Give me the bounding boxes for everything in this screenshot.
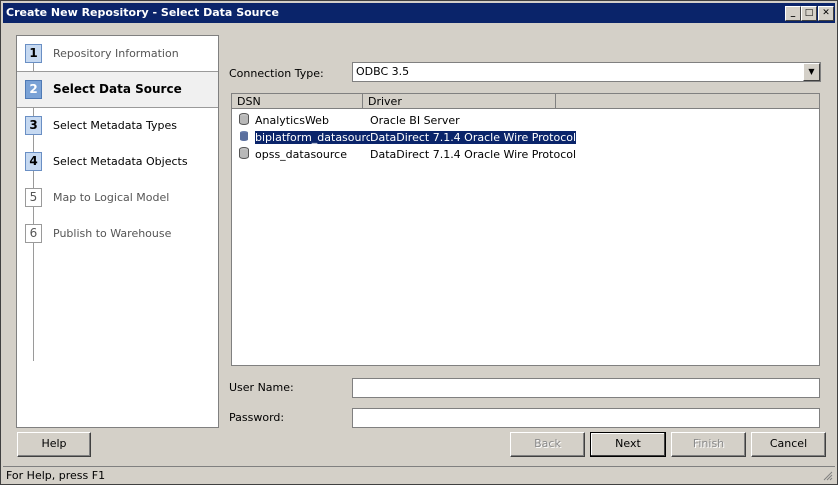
dsn-name: AnalyticsWeb: [255, 114, 329, 127]
column-header-dsn[interactable]: DSN: [232, 94, 363, 109]
dialog-window: Create New Repository - Select Data Sour…: [0, 0, 838, 485]
step-select-metadata-types[interactable]: 3 Select Metadata Types: [17, 108, 218, 143]
dsn-list[interactable]: DSN Driver AnalyticsWeb Oracle BI Server…: [231, 93, 820, 366]
title-bar[interactable]: Create New Repository - Select Data Sour…: [3, 3, 835, 23]
user-name-label: User Name:: [229, 381, 294, 394]
back-button[interactable]: Back: [510, 432, 585, 457]
step-publish-to-warehouse[interactable]: 6 Publish to Warehouse: [17, 216, 218, 251]
cancel-button[interactable]: Cancel: [751, 432, 826, 457]
finish-button[interactable]: Finish: [671, 432, 746, 457]
step-repository-information[interactable]: 1 Repository Information: [17, 36, 218, 71]
column-header-empty: [556, 94, 819, 109]
step-label: Select Data Source: [53, 82, 182, 96]
step-number: 6: [25, 224, 42, 243]
dsn-name: opss_datasource: [255, 148, 347, 161]
list-item[interactable]: opss_datasource DataDirect 7.1.4 Oracle …: [237, 146, 797, 162]
connection-type-select[interactable]: ODBC 3.5 ▼: [352, 62, 821, 82]
close-button[interactable]: ✕: [818, 6, 834, 21]
minimize-button[interactable]: _: [785, 6, 801, 21]
resize-grip-icon[interactable]: [823, 471, 833, 481]
step-map-to-logical-model[interactable]: 5 Map to Logical Model: [17, 180, 218, 215]
step-number: 4: [25, 152, 42, 171]
password-label: Password:: [229, 411, 285, 424]
step-label: Repository Information: [53, 47, 179, 60]
wizard-steps-panel: 1 Repository Information 2 Select Data S…: [16, 35, 219, 428]
step-number: 5: [25, 188, 42, 207]
chevron-down-icon[interactable]: ▼: [803, 63, 820, 81]
step-number: 2: [25, 80, 42, 99]
step-number: 1: [25, 44, 42, 63]
column-header-driver[interactable]: Driver: [363, 94, 556, 109]
password-field[interactable]: [352, 408, 820, 428]
step-label: Map to Logical Model: [53, 191, 170, 204]
connection-type-label: Connection Type:: [229, 67, 324, 80]
step-number: 3: [25, 116, 42, 135]
driver-name: DataDirect 7.1.4 Oracle Wire Protocol: [370, 148, 577, 161]
user-name-field[interactable]: [352, 378, 820, 398]
dsn-name: biplatform_datasource: [255, 131, 379, 144]
list-item-selected[interactable]: biplatform_datasource DataDirect 7.1.4 O…: [237, 129, 797, 145]
step-label: Publish to Warehouse: [53, 227, 172, 240]
step-select-metadata-objects[interactable]: 4 Select Metadata Objects: [17, 144, 218, 179]
step-label: Select Metadata Objects: [53, 155, 188, 168]
database-icon: [239, 113, 249, 125]
driver-name: DataDirect 7.1.4 Oracle Wire Protocol: [370, 131, 577, 144]
window-title: Create New Repository - Select Data Sour…: [6, 6, 279, 19]
driver-name: Oracle BI Server: [370, 114, 460, 127]
step-select-data-source[interactable]: 2 Select Data Source: [17, 71, 218, 108]
list-item[interactable]: AnalyticsWeb Oracle BI Server: [237, 112, 797, 128]
step-label: Select Metadata Types: [53, 119, 178, 132]
database-icon: [239, 147, 249, 159]
database-icon: [239, 130, 249, 142]
help-button[interactable]: Help: [17, 432, 91, 457]
status-bar: For Help, press F1: [3, 466, 835, 483]
status-text: For Help, press F1: [6, 469, 106, 482]
maximize-button[interactable]: □: [801, 6, 817, 21]
connection-type-value: ODBC 3.5: [356, 65, 410, 78]
next-button[interactable]: Next: [590, 432, 666, 457]
